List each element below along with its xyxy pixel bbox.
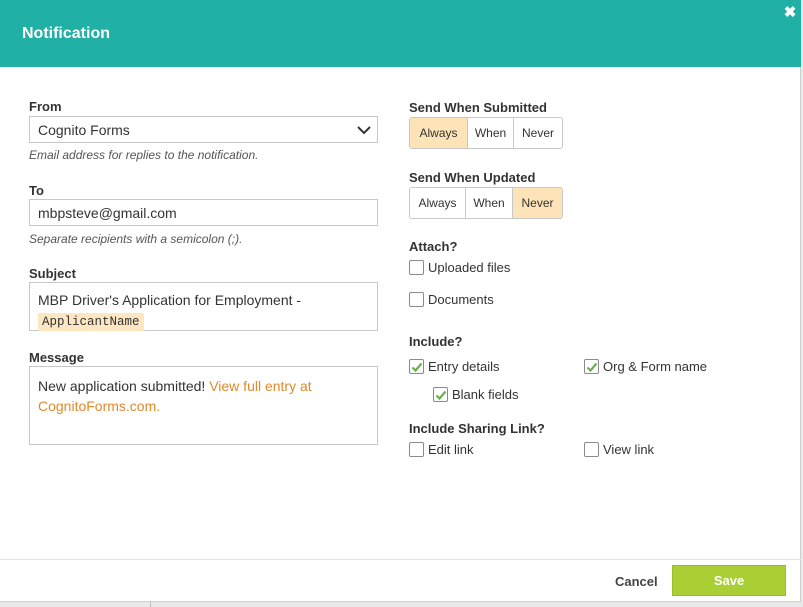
checkbox-box[interactable] <box>584 359 599 374</box>
entry-details-label: Entry details <box>428 359 500 374</box>
include-label: Include? <box>409 334 463 349</box>
attach-label: Attach? <box>409 239 458 254</box>
notification-dialog: Notification ✖ From Cognito Forms Email … <box>0 0 801 602</box>
message-text: New application submitted! <box>38 378 210 394</box>
send-when-submitted-toggle: Always When Never <box>409 117 563 149</box>
subject-label: Subject <box>29 266 76 281</box>
sharing-link-label: Include Sharing Link? <box>409 421 545 436</box>
from-select[interactable]: Cognito Forms <box>29 116 378 143</box>
updated-always-option[interactable]: Always <box>410 188 466 218</box>
edit-link-label: Edit link <box>428 442 474 457</box>
dialog-title: Notification <box>22 25 110 42</box>
send-when-updated-toggle: Always When Never <box>409 187 563 219</box>
submitted-when-option[interactable]: When <box>468 118 514 148</box>
send-when-submitted-label: Send When Submitted <box>409 100 547 115</box>
checkbox-box[interactable] <box>409 292 424 307</box>
blank-fields-label: Blank fields <box>452 387 519 402</box>
subject-text: MBP Driver's Application for Employment … <box>38 292 302 308</box>
message-field[interactable]: New application submitted! View full ent… <box>29 366 378 445</box>
entry-details-checkbox[interactable]: Entry details <box>409 359 500 374</box>
documents-checkbox[interactable]: Documents <box>409 292 494 307</box>
org-form-name-label: Org & Form name <box>603 359 708 374</box>
updated-when-option[interactable]: When <box>466 188 513 218</box>
submitted-always-option[interactable]: Always <box>410 118 468 148</box>
save-button[interactable]: Save <box>672 565 786 596</box>
subject-field[interactable]: MBP Driver's Application for Employment … <box>29 282 378 331</box>
checkbox-box[interactable] <box>584 442 599 457</box>
edit-link-checkbox[interactable]: Edit link <box>409 442 474 457</box>
from-label: From <box>29 99 62 114</box>
check-icon <box>435 390 447 401</box>
checkbox-box[interactable] <box>433 387 448 402</box>
from-select-value: Cognito Forms <box>38 122 130 138</box>
close-icon[interactable]: ✖ <box>783 5 797 20</box>
checkbox-box[interactable] <box>409 442 424 457</box>
to-field[interactable]: mbpsteve@gmail.com <box>29 199 378 226</box>
chevron-down-icon <box>357 126 371 135</box>
to-hint: Separate recipients with a semicolon (;)… <box>29 232 243 246</box>
to-label: To <box>29 183 44 198</box>
footer-divider <box>0 559 801 560</box>
message-label: Message <box>29 350 84 365</box>
cancel-button[interactable]: Cancel <box>615 574 658 589</box>
view-link-checkbox[interactable]: View link <box>584 442 654 457</box>
uploaded-files-label: Uploaded files <box>428 260 511 275</box>
check-icon <box>411 362 423 373</box>
submitted-never-option[interactable]: Never <box>514 118 562 148</box>
checkbox-box[interactable] <box>409 260 424 275</box>
view-link-label: View link <box>603 442 655 457</box>
from-hint: Email address for replies to the notific… <box>29 148 259 162</box>
subject-field-token[interactable]: ApplicantName <box>38 313 144 331</box>
send-when-updated-label: Send When Updated <box>409 170 536 185</box>
checkbox-box[interactable] <box>409 359 424 374</box>
to-field-value: mbpsteve@gmail.com <box>38 205 177 221</box>
blank-fields-checkbox[interactable]: Blank fields <box>433 387 518 402</box>
check-icon <box>586 362 598 373</box>
org-form-name-checkbox[interactable]: Org & Form name <box>584 359 707 374</box>
documents-label: Documents <box>428 292 494 307</box>
uploaded-files-checkbox[interactable]: Uploaded files <box>409 260 510 275</box>
updated-never-option[interactable]: Never <box>513 188 562 218</box>
dialog-header: Notification ✖ <box>0 0 801 67</box>
